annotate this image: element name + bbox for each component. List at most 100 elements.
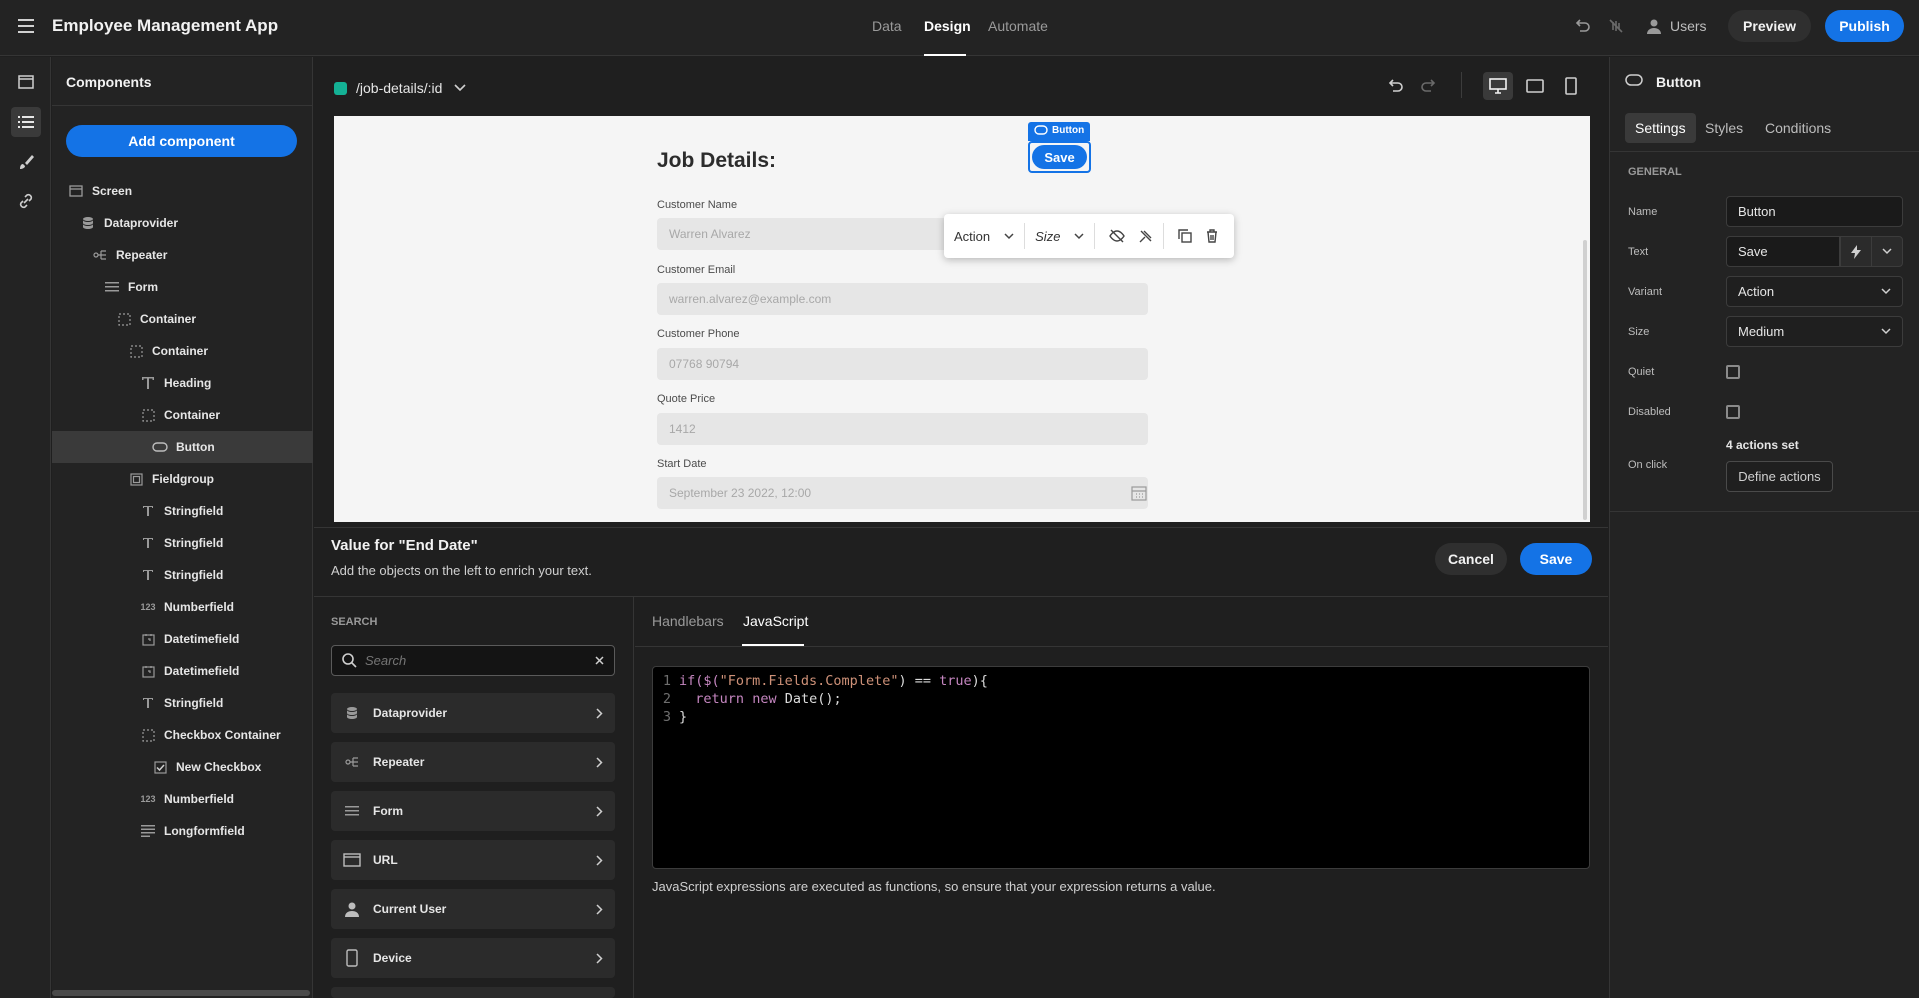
chevron-down-icon[interactable] [454,84,466,92]
tablet-view-icon[interactable] [1526,78,1544,94]
code-editor[interactable]: 1 if($("Form.Fields.Complete") == true){ … [652,666,1590,869]
calendar-icon[interactable] [1131,485,1147,501]
search-field[interactable] [331,645,615,676]
screens-icon[interactable] [11,67,41,97]
size-select[interactable]: Medium [1726,316,1903,347]
link-icon[interactable] [11,186,41,216]
redo-icon[interactable] [1420,78,1438,94]
text-input[interactable]: Save [1726,236,1840,267]
tree-item[interactable]: Stringfield [52,527,313,559]
binding-category[interactable] [331,987,615,998]
tab-javascript[interactable]: JavaScript [743,613,808,629]
chevron-down-icon[interactable] [1004,232,1014,240]
customer-phone-input[interactable]: 07768 90794 [657,348,1148,380]
duplicate-icon[interactable] [1178,229,1193,243]
tab-settings[interactable]: Settings [1625,113,1696,143]
tree-item[interactable]: Stringfield [52,559,313,591]
quote-price-input[interactable]: 1412 [657,413,1148,445]
hide-icon[interactable] [1109,229,1126,243]
database-icon [80,215,96,231]
tree-item[interactable]: Datetimefield [52,655,313,687]
divider [635,646,1608,647]
binding-category[interactable]: Form [331,791,615,831]
users-label[interactable]: Users [1670,18,1707,34]
tree-item[interactable]: New Checkbox [52,751,313,783]
quote-price-label: Quote Price [657,393,716,405]
define-actions-button[interactable]: Define actions [1726,461,1833,492]
name-input[interactable]: Button [1726,196,1903,227]
visibility-off-icon[interactable] [1607,17,1625,35]
theme-brush-icon[interactable] [11,147,41,177]
tree-item[interactable]: Repeater [52,239,313,271]
disabled-checkbox[interactable] [1726,405,1740,419]
binding-category[interactable]: Dataprovider [331,693,615,733]
start-date-input[interactable]: September 23 2022, 12:00 [657,477,1148,509]
component-tree: Screen Dataprovider Repeater Form Container C… [52,175,313,847]
action-variant-select[interactable]: Action [954,229,990,244]
tree-item[interactable]: Container [52,335,313,367]
mobile-view-icon[interactable] [1565,77,1577,95]
components-list-icon[interactable] [11,107,41,137]
unpin-icon[interactable] [1139,229,1153,243]
components-title: Components [66,74,152,90]
tree-item-label: Datetimefield [164,632,240,646]
tree-item[interactable]: Longformfield [52,815,313,847]
quiet-checkbox[interactable] [1726,365,1740,379]
users-icon[interactable] [1645,17,1663,35]
horizontal-scrollbar[interactable] [52,990,310,996]
desktop-view-icon[interactable] [1483,72,1513,100]
publish-button[interactable]: Publish [1825,10,1904,42]
customer-email-input[interactable]: warren.alvarez@example.com [657,283,1148,315]
tree-item[interactable]: Screen [52,175,313,207]
tree-item[interactable]: Form [52,271,313,303]
tab-data[interactable]: Data [872,18,902,34]
tree-item[interactable]: Button [52,431,313,463]
revert-icon[interactable] [1573,17,1591,35]
calendar-icon [140,631,156,647]
quiet-label: Quiet [1628,366,1655,378]
binding-category-label: Form [373,804,403,818]
search-input[interactable] [365,653,585,668]
divider [1610,151,1919,152]
job-details-heading[interactable]: Job Details: [657,149,776,173]
menu-icon[interactable] [18,18,36,34]
delete-icon[interactable] [1206,229,1218,243]
tree-item[interactable]: Fieldgroup [52,463,313,495]
tree-item[interactable]: Stringfield [52,687,313,719]
cancel-button[interactable]: Cancel [1435,543,1507,575]
tree-item[interactable]: Checkbox Container [52,719,313,751]
tab-design[interactable]: Design [924,18,971,34]
tree-item[interactable]: Heading [52,367,313,399]
tab-conditions[interactable]: Conditions [1755,113,1841,143]
chevron-down-icon[interactable] [1074,232,1084,240]
binding-lightning-icon[interactable] [1840,236,1872,267]
tab-automate[interactable]: Automate [988,18,1048,34]
binding-category[interactable]: URL [331,840,615,880]
binding-category[interactable]: Device [331,938,615,978]
size-select[interactable]: Size [1035,229,1060,244]
tab-handlebars[interactable]: Handlebars [652,613,724,629]
chevron-down-icon[interactable] [1871,236,1903,267]
tree-item[interactable]: 123 Numberfield [52,783,313,815]
variant-select[interactable]: Action [1726,276,1903,307]
save-button-preview[interactable]: Save [1028,141,1091,173]
save-button[interactable]: Save [1520,543,1592,575]
tree-item[interactable]: Stringfield [52,495,313,527]
tree-item[interactable]: Container [52,399,313,431]
binding-category-label: URL [373,853,398,867]
tree-item[interactable]: 123 Numberfield [52,591,313,623]
binding-category[interactable]: Repeater [331,742,615,782]
code-token: Date(); [776,691,842,707]
repeater-icon [343,753,361,771]
add-component-button[interactable]: Add component [66,125,297,157]
undo-icon[interactable] [1386,78,1404,94]
tab-styles[interactable]: Styles [1695,113,1753,143]
tree-item[interactable]: Container [52,303,313,335]
binding-category[interactable]: Current User [331,889,615,929]
route-selector[interactable]: /job-details/:id [334,80,466,96]
tree-item[interactable]: Datetimefield [52,623,313,655]
preview-button[interactable]: Preview [1728,10,1811,42]
preview-scrollbar[interactable] [1583,240,1587,520]
screen-preview[interactable]: Job Details: Button Save Customer Name W… [334,116,1590,522]
tree-item[interactable]: Dataprovider [52,207,313,239]
